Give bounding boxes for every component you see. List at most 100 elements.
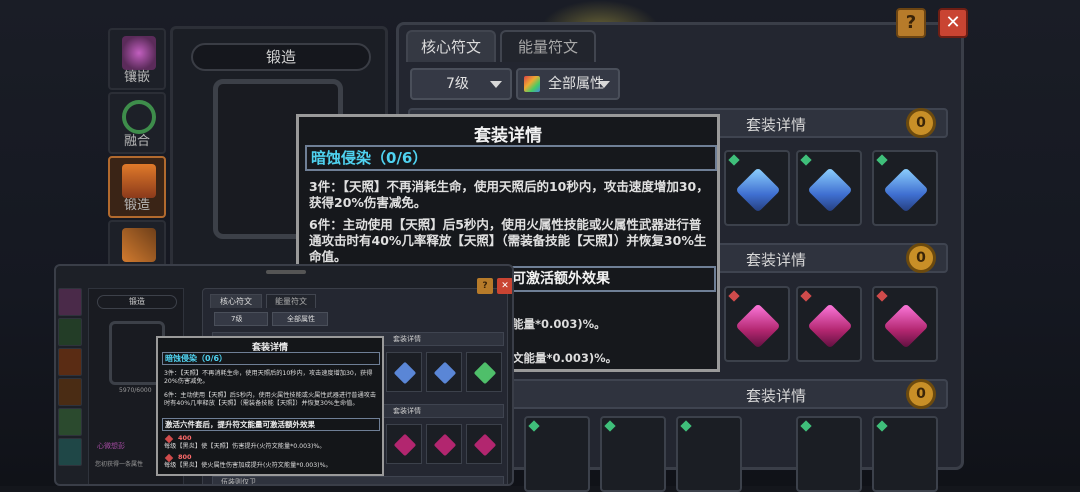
rune-gem-icon xyxy=(433,361,457,385)
rune-gem-icon xyxy=(807,167,853,213)
set-detail-label: 套装详情 xyxy=(745,251,806,269)
rarity-gem-icon xyxy=(800,154,812,166)
rune-gem-icon xyxy=(807,303,853,349)
inset-rune-slot[interactable] xyxy=(386,424,422,464)
three-piece-effect: 3件：【天照】不再消耗生命，使用天照后的10秒内，攻击速度增加30，获得20%伤… xyxy=(309,179,709,210)
inset-nav-item[interactable] xyxy=(58,438,82,466)
side-nav: 镶嵌 融合 锻造 xyxy=(108,28,168,284)
rune-gem-icon xyxy=(433,433,457,457)
rune-slot[interactable] xyxy=(724,150,790,226)
nav-item-label: 镶嵌 xyxy=(123,70,150,85)
rune-slot[interactable] xyxy=(872,416,938,492)
close-button[interactable]: ✕ xyxy=(938,8,968,38)
rarity-gem-icon xyxy=(876,154,888,166)
inset-tab-energy-rune[interactable]: 能量符文 xyxy=(266,294,316,308)
rarity-gem-icon xyxy=(604,420,616,432)
inset-bottom-label: 伍装则仅卫 xyxy=(221,478,256,486)
rune-slot[interactable] xyxy=(796,286,862,362)
inset-foot-hint: 您初获得一条属性 xyxy=(95,461,144,468)
inset-forge-title: 锻造 xyxy=(97,295,177,309)
extra-effect-header: 可激活额外效果 xyxy=(506,266,716,292)
inset-close-button[interactable]: ✕ xyxy=(497,278,512,294)
rune-gem-icon xyxy=(735,303,781,349)
level-select[interactable]: 7级 xyxy=(410,68,512,100)
rune-gem-icon xyxy=(473,361,497,385)
inset-nav-item[interactable] xyxy=(58,348,82,376)
inset-foot-label: 心微想彭 xyxy=(97,442,125,450)
anvil-icon xyxy=(122,164,156,198)
forge-title: 锻造 xyxy=(191,43,371,71)
set-detail-label: 套装详情 xyxy=(745,387,806,405)
rune-slot[interactable] xyxy=(524,416,590,492)
cross-icon xyxy=(122,228,156,262)
attribute-select-value: 全部属性 xyxy=(548,76,604,92)
rarity-gem-icon xyxy=(876,290,888,302)
red-gem-icon xyxy=(164,434,174,444)
nav-item-inlay[interactable]: 镶嵌 xyxy=(108,28,166,90)
rarity-gem-icon xyxy=(528,420,540,432)
red-gem-icon xyxy=(164,453,174,463)
level-select-value: 7级 xyxy=(446,76,469,92)
inset-nav-item[interactable] xyxy=(58,288,82,316)
inset-forge-value: 5970/6000 xyxy=(119,387,152,394)
inset-requirement-800: 800 xyxy=(178,453,192,461)
inset-set-name: 暗蚀侵染（0/6） xyxy=(162,352,380,365)
coin-icon[interactable]: 0 xyxy=(906,243,936,273)
tab-energy-rune[interactable]: 能量符文 xyxy=(500,30,596,62)
extra-effect-line: 能量*0.003)%。 xyxy=(512,317,606,331)
rune-slot[interactable] xyxy=(600,416,666,492)
inset-rune-slot[interactable] xyxy=(466,352,502,392)
rune-gem-icon xyxy=(883,167,929,213)
help-button[interactable]: ? xyxy=(896,8,926,38)
potion-icon xyxy=(122,36,156,70)
inset-nav-item[interactable] xyxy=(58,408,82,436)
inset-bottom-bar: 伍装则仅卫 xyxy=(212,476,504,486)
rune-slot[interactable] xyxy=(676,416,742,492)
set-detail-label: 套装详情 xyxy=(745,116,806,134)
chevron-down-icon xyxy=(490,81,502,88)
inset-attribute-select[interactable]: 全部属性 xyxy=(272,312,328,326)
inset-rune-slot[interactable] xyxy=(426,352,462,392)
inset-help-button[interactable]: ? xyxy=(477,278,493,294)
inset-nav-item[interactable] xyxy=(58,378,82,406)
rune-gem-icon xyxy=(393,361,417,385)
tooltip-title: 套装详情 xyxy=(474,126,542,146)
inset-set-detail-label: 套装详情 xyxy=(393,407,421,415)
nav-item-label: 融合 xyxy=(123,134,150,149)
ring-icon xyxy=(122,100,156,134)
nav-item-forge[interactable]: 锻造 xyxy=(108,156,166,218)
inset-rune-slot[interactable] xyxy=(386,352,422,392)
inset-requirement-400: 400 xyxy=(178,434,192,442)
inset-six-piece-effect: 6件：主动使用【天照】后5秒内，使用火属性技能或火属性武器进行普通攻击时有40%… xyxy=(164,392,377,407)
inset-set-detail-label: 套装详情 xyxy=(393,335,421,343)
nav-item-fuse[interactable]: 融合 xyxy=(108,92,166,154)
inset-extra-line-2: 每级【黑炎】使火属性伤害加成提升(火符文能量*0.003)%。 xyxy=(164,462,332,469)
rune-gem-icon xyxy=(735,167,781,213)
tab-core-rune[interactable]: 核心符文 xyxy=(406,30,496,62)
rune-slot[interactable] xyxy=(796,150,862,226)
rarity-gem-icon xyxy=(728,154,740,166)
inset-three-piece-effect: 3件：【天照】不再消耗生命，使用天照后的10秒内，攻击速度增加30，获得20%伤… xyxy=(164,370,373,385)
inset-rune-slot[interactable] xyxy=(426,424,462,464)
attribute-select[interactable]: 全部属性 xyxy=(516,68,620,100)
rune-slot[interactable] xyxy=(872,150,938,226)
coin-icon[interactable]: 0 xyxy=(906,108,936,138)
coin-icon[interactable]: 0 xyxy=(906,379,936,409)
rarity-gem-icon xyxy=(728,290,740,302)
inset-set-detail-tooltip: 套装详情 暗蚀侵染（0/6） 3件：【天照】不再消耗生命，使用天照后的10秒内，… xyxy=(156,336,384,476)
inset-rune-slot[interactable] xyxy=(466,424,502,464)
rarity-gem-icon xyxy=(800,420,812,432)
rune-slot[interactable] xyxy=(872,286,938,362)
rune-slot[interactable] xyxy=(796,416,862,492)
inset-tab-core-rune[interactable]: 核心符文 xyxy=(210,294,262,308)
rune-slot[interactable] xyxy=(724,286,790,362)
drag-handle[interactable] xyxy=(266,270,306,274)
inset-side-nav xyxy=(58,288,84,468)
set-name: 暗蚀侵染（0/6） xyxy=(305,145,717,171)
six-piece-effect: 6件：主动使用【天照】后5秒内，使用火属性技能或火属性武器进行普通攻击时有40%… xyxy=(309,217,707,264)
inset-nav-item[interactable] xyxy=(58,318,82,346)
inset-extra-line-1: 每级【黑炎】使【天照】伤害提升(火符文能量*0.003)%。 xyxy=(164,443,326,450)
rarity-gem-icon xyxy=(876,420,888,432)
inset-level-select[interactable]: 7级 xyxy=(214,312,268,326)
rune-gem-icon xyxy=(393,433,417,457)
